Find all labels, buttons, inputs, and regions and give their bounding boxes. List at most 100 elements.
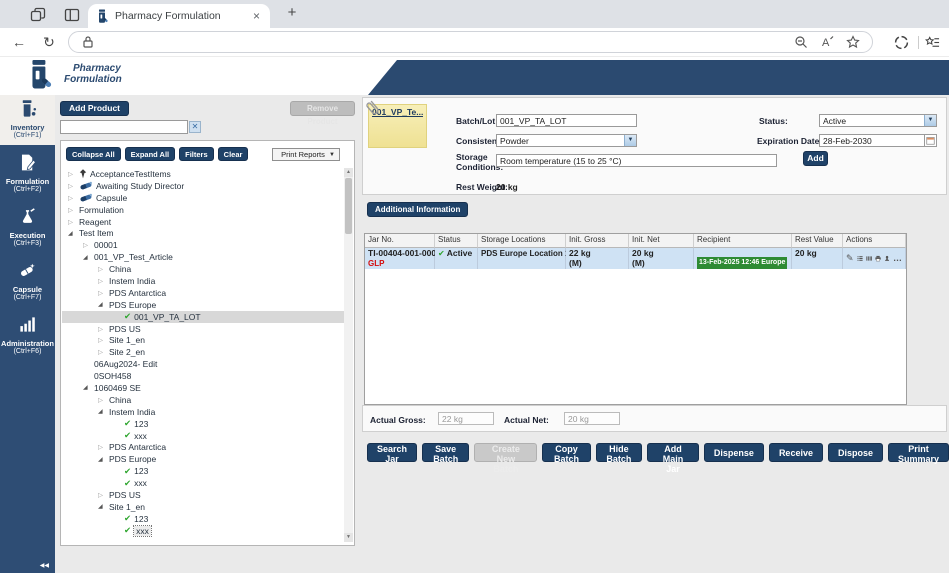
- tree-item[interactable]: ▷ China: [62, 263, 344, 275]
- column-header-init-gross[interactable]: Init. Gross: [566, 234, 629, 248]
- calendar-icon[interactable]: [924, 135, 936, 146]
- add-product-button[interactable]: Add Product: [60, 101, 129, 116]
- copy-batch-button[interactable]: Copy Batch: [542, 443, 591, 464]
- tree-item[interactable]: ▷ PDS Antarctica: [62, 441, 344, 453]
- expand-all-button[interactable]: Expand All: [124, 147, 176, 161]
- tree-item[interactable]: ▷ PDS Antarctica: [62, 287, 344, 299]
- column-header-status[interactable]: Status: [435, 234, 478, 248]
- expanded-icon[interactable]: ◢: [83, 384, 94, 391]
- tree-item[interactable]: ◢ Instem India: [62, 406, 344, 418]
- tree-scrollbar[interactable]: ▲ ▼: [344, 168, 353, 542]
- collapse-sidebar-button[interactable]: ◀◀: [40, 562, 49, 569]
- address-bar[interactable]: A: [68, 31, 873, 53]
- tree-item[interactable]: ▷ Reagent: [62, 216, 344, 228]
- print-reports-dropdown[interactable]: Print Reports ▼: [272, 148, 340, 161]
- tree-item[interactable]: ▷ Site 1_en: [62, 334, 344, 346]
- column-header-storage-locations[interactable]: Storage Locations: [478, 234, 566, 248]
- status-select[interactable]: Active ▼: [819, 114, 937, 127]
- expiration-date-field[interactable]: 28-Feb-2030: [819, 134, 937, 147]
- tree-item[interactable]: ▷ Awaiting Study Director: [62, 180, 344, 192]
- tree-item[interactable]: ▷ Capsule: [62, 192, 344, 204]
- tree-item[interactable]: ◢ Test Item: [62, 227, 344, 239]
- expanded-icon[interactable]: ◢: [98, 408, 109, 415]
- tree-item[interactable]: ✔ 123: [62, 418, 344, 430]
- collapsed-icon[interactable]: ▷: [83, 241, 94, 249]
- consistency-select[interactable]: Powder ▼: [496, 134, 637, 147]
- new-tab-icon[interactable]: +: [282, 3, 302, 23]
- expanded-icon[interactable]: ◢: [83, 254, 94, 261]
- collapsed-icon[interactable]: ▷: [98, 336, 109, 344]
- collapsed-icon[interactable]: ▷: [98, 289, 109, 297]
- tree-item[interactable]: ▷ Instem India: [62, 275, 344, 287]
- tree-item[interactable]: ◢ PDS Europe: [62, 453, 344, 465]
- save-batch-button[interactable]: Save Batch: [422, 443, 470, 464]
- tree-item[interactable]: ◢ 1060469 SE: [62, 382, 344, 394]
- collapsed-icon[interactable]: ▷: [98, 443, 109, 451]
- tree-item[interactable]: ✔ 123: [62, 465, 344, 477]
- filters-button[interactable]: Filters: [179, 147, 214, 161]
- clear-button[interactable]: Clear: [217, 147, 249, 161]
- search-jar-button[interactable]: Search Jar: [367, 443, 418, 464]
- tree-item-selected[interactable]: ✔ 001_VP_TA_LOT: [62, 310, 344, 323]
- expanded-icon[interactable]: ◢: [98, 301, 109, 308]
- tree-item[interactable]: 06Aug2024- Edit: [62, 358, 344, 370]
- tree-item[interactable]: ✔ xxx: [62, 524, 344, 537]
- tab-preview-icon[interactable]: [64, 7, 80, 23]
- scroll-up-icon[interactable]: ▲: [344, 168, 353, 177]
- scrollbar-thumb[interactable]: [345, 178, 352, 234]
- expanded-icon[interactable]: ◢: [98, 456, 109, 463]
- tree-item[interactable]: ◢ PDS Europe: [62, 299, 344, 311]
- back-icon[interactable]: ←: [10, 33, 28, 51]
- reload-icon[interactable]: ↻: [40, 33, 58, 51]
- nav-item-administration[interactable]: Administration (Ctrl+F6): [0, 311, 55, 361]
- batch-note[interactable]: 001_VP_Te...: [366, 100, 427, 148]
- zoom-out-icon[interactable]: [794, 35, 808, 49]
- collapsed-icon[interactable]: ▷: [98, 265, 109, 273]
- tree-item[interactable]: ▷ PDS US: [62, 323, 344, 335]
- workspaces-icon[interactable]: [30, 7, 46, 23]
- product-search-input[interactable]: [60, 120, 188, 134]
- nav-item-inventory[interactable]: Inventory (Ctrl+F1): [0, 95, 55, 145]
- dispose-button[interactable]: Dispose: [827, 443, 883, 462]
- favorites-list-icon[interactable]: [924, 35, 940, 50]
- collapsed-icon[interactable]: ▷: [98, 325, 109, 333]
- collapsed-icon[interactable]: ▷: [68, 182, 79, 190]
- close-tab-icon[interactable]: ×: [251, 9, 262, 23]
- chevron-down-icon[interactable]: ▼: [924, 115, 936, 126]
- tree-item[interactable]: ▷ 00001: [62, 239, 344, 251]
- collapsed-icon[interactable]: ▷: [68, 194, 79, 202]
- hide-batch-button[interactable]: Hide Batch: [595, 443, 643, 464]
- collapsed-icon[interactable]: ▷: [98, 491, 109, 499]
- receive-button[interactable]: Receive: [768, 443, 823, 462]
- nav-item-capsule[interactable]: Capsule (Ctrl+F7): [0, 257, 55, 307]
- print-icon[interactable]: [875, 253, 881, 264]
- favorite-star-icon[interactable]: [846, 35, 860, 49]
- more-icon[interactable]: …: [893, 253, 902, 264]
- extensions-icon[interactable]: [894, 35, 909, 50]
- tree-item[interactable]: ◢ Site 1_en: [62, 501, 344, 513]
- nav-item-execution[interactable]: Execution (Ctrl+F3): [0, 203, 55, 253]
- clear-search-icon[interactable]: ✕: [189, 121, 201, 133]
- column-header-actions[interactable]: Actions: [843, 234, 906, 248]
- batch-lot-input[interactable]: [496, 114, 637, 127]
- collapsed-icon[interactable]: ▷: [68, 170, 79, 178]
- tree-item[interactable]: ✔ xxx: [62, 430, 344, 442]
- collapsed-icon[interactable]: ▷: [68, 218, 79, 226]
- jar-table-row[interactable]: TI-00404-001-000 GLP ✔ Active PDS Europe …: [365, 248, 906, 269]
- scroll-down-icon[interactable]: ▼: [344, 533, 353, 542]
- tree-item[interactable]: ▷ Site 2_en: [62, 346, 344, 358]
- tree-item[interactable]: ◢ 001_VP_Test_Article: [62, 251, 344, 263]
- dispense-button[interactable]: Dispense: [703, 443, 764, 462]
- storage-conditions-input[interactable]: [496, 154, 777, 167]
- column-header-recipient[interactable]: Recipient: [694, 234, 792, 248]
- collapse-all-button[interactable]: Collapse All: [66, 147, 121, 161]
- expanded-icon[interactable]: ◢: [98, 503, 109, 510]
- add-main-jar-button[interactable]: Add Main Jar: [647, 443, 699, 474]
- tree-item[interactable]: ✔ 123: [62, 513, 344, 525]
- print-summary-button[interactable]: Print Summary: [887, 443, 949, 464]
- tree-item[interactable]: ▷ Formulation: [62, 204, 344, 216]
- barcode-icon[interactable]: [865, 253, 872, 264]
- tree-item[interactable]: ▷ China: [62, 394, 344, 406]
- tree-item[interactable]: ✔ xxx: [62, 477, 344, 489]
- column-header-init-net[interactable]: Init. Net: [629, 234, 694, 248]
